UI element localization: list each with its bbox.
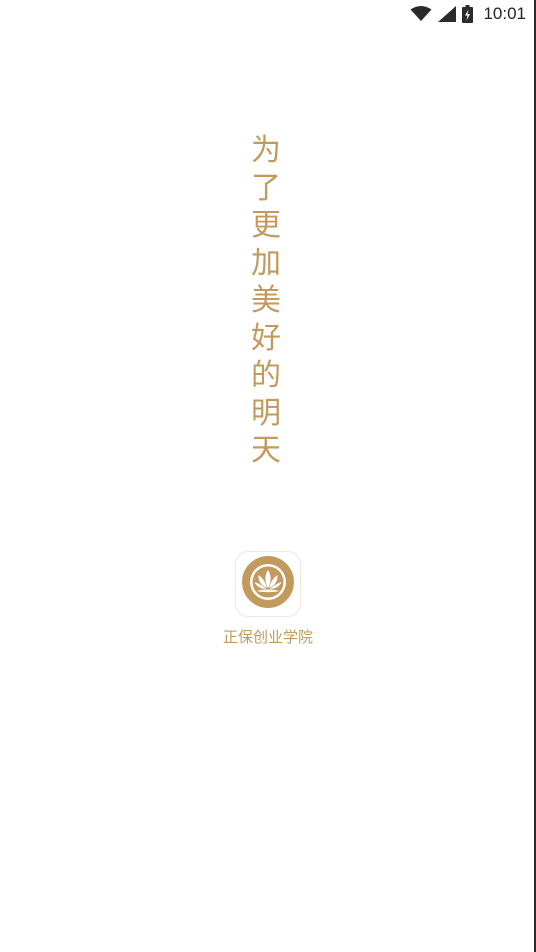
cellular-signal-icon [438, 6, 457, 22]
battery-charging-icon [462, 5, 474, 23]
slogan-vertical-text: 为 了 更 加 美 好 的 明 天 [248, 132, 284, 470]
slogan-char: 的 [251, 358, 281, 393]
slogan-char: 明 [251, 395, 281, 431]
slogan-char: 了 [251, 170, 281, 206]
slogan-char: 天 [251, 433, 281, 468]
status-bar: 10:01 [0, 0, 536, 28]
slogan-char: 好 [251, 320, 281, 356]
slogan-char: 美 [251, 283, 281, 318]
app-name: 正保创业学院 [222, 628, 313, 646]
slogan-char: 为 [251, 133, 281, 168]
app-logo [236, 552, 300, 616]
slogan-char: 加 [251, 245, 281, 281]
status-icons: 10:01 [410, 3, 526, 25]
wifi-icon [410, 6, 432, 22]
lotus-logo-icon [241, 555, 295, 613]
slogan-char: 更 [251, 208, 281, 243]
status-time: 10:01 [483, 4, 526, 23]
